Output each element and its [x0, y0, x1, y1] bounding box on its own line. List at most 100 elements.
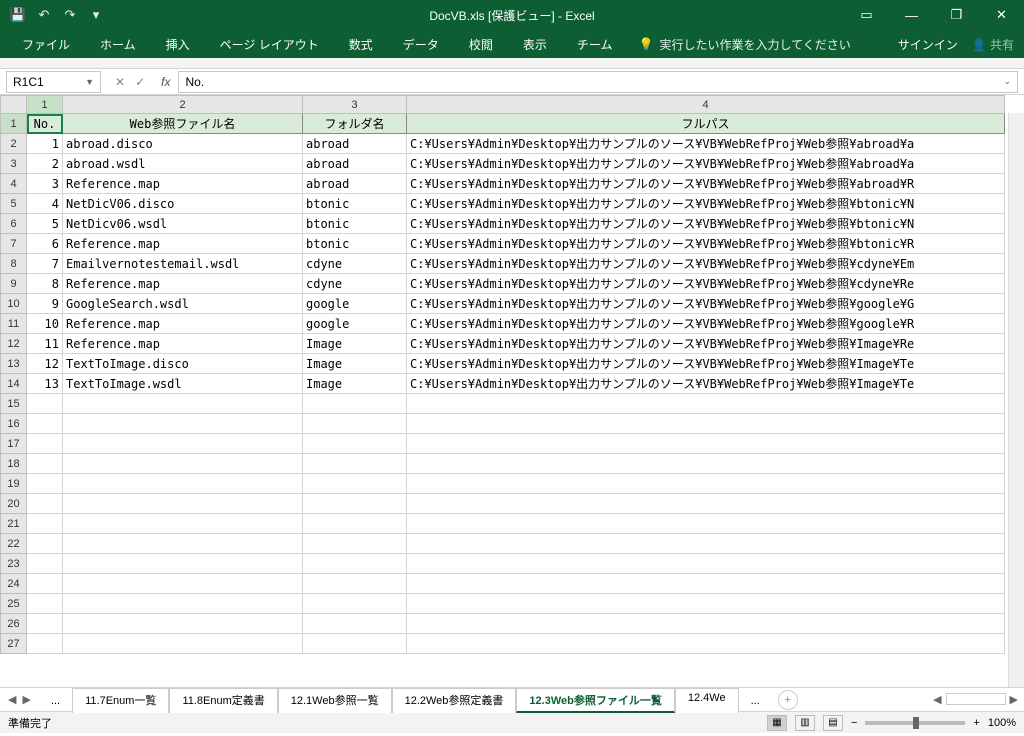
- close-icon[interactable]: ✕: [979, 0, 1024, 30]
- row-header[interactable]: 26: [1, 614, 27, 634]
- tab-data[interactable]: データ: [389, 31, 453, 58]
- data-cell[interactable]: TextToImage.disco: [63, 354, 303, 374]
- sheet-tab-overflow-right[interactable]: ...: [739, 692, 772, 710]
- data-cell[interactable]: 8: [27, 274, 63, 294]
- empty-cell[interactable]: [27, 454, 63, 474]
- tell-me-search[interactable]: 💡 実行したい作業を入力してください: [638, 36, 850, 53]
- empty-cell[interactable]: [63, 394, 303, 414]
- hscroll-right-icon[interactable]: ▶: [1010, 693, 1018, 706]
- empty-cell[interactable]: [303, 574, 407, 594]
- data-cell[interactable]: C:¥Users¥Admin¥Desktop¥出力サンプルのソース¥VB¥Web…: [407, 294, 1005, 314]
- row-header[interactable]: 27: [1, 634, 27, 654]
- row-header[interactable]: 2: [1, 134, 27, 154]
- data-cell[interactable]: abroad.disco: [63, 134, 303, 154]
- empty-cell[interactable]: [303, 474, 407, 494]
- zoom-in-button[interactable]: +: [973, 717, 979, 729]
- data-cell[interactable]: C:¥Users¥Admin¥Desktop¥出力サンプルのソース¥VB¥Web…: [407, 374, 1005, 394]
- data-cell[interactable]: 11: [27, 334, 63, 354]
- empty-cell[interactable]: [63, 514, 303, 534]
- page-layout-view-icon[interactable]: ▥: [795, 715, 815, 731]
- data-cell[interactable]: Reference.map: [63, 314, 303, 334]
- select-all-cell[interactable]: [1, 96, 27, 114]
- data-cell[interactable]: Image: [303, 374, 407, 394]
- data-cell[interactable]: GoogleSearch.wsdl: [63, 294, 303, 314]
- undo-icon[interactable]: ↶: [36, 7, 52, 23]
- row-header[interactable]: 14: [1, 374, 27, 394]
- sheet-tab[interactable]: 12.3Web参照ファイル一覧: [516, 688, 674, 713]
- empty-cell[interactable]: [63, 454, 303, 474]
- data-cell[interactable]: C:¥Users¥Admin¥Desktop¥出力サンプルのソース¥VB¥Web…: [407, 174, 1005, 194]
- empty-cell[interactable]: [407, 414, 1005, 434]
- empty-cell[interactable]: [407, 454, 1005, 474]
- tab-page-layout[interactable]: ページ レイアウト: [206, 31, 333, 58]
- share-button[interactable]: 👤 共有: [972, 36, 1014, 53]
- empty-cell[interactable]: [303, 554, 407, 574]
- empty-cell[interactable]: [303, 394, 407, 414]
- row-header[interactable]: 24: [1, 574, 27, 594]
- col-header[interactable]: 3: [303, 96, 407, 114]
- data-cell[interactable]: cdyne: [303, 274, 407, 294]
- sheet-tab-overflow-left[interactable]: ...: [39, 692, 72, 710]
- sheet-tab[interactable]: 12.2Web参照定義書: [392, 688, 517, 713]
- empty-cell[interactable]: [27, 554, 63, 574]
- data-cell[interactable]: TextToImage.wsdl: [63, 374, 303, 394]
- row-header[interactable]: 13: [1, 354, 27, 374]
- row-header[interactable]: 3: [1, 154, 27, 174]
- sheet-tab[interactable]: 11.8Enum定義書: [169, 688, 277, 713]
- sheet-tab[interactable]: 12.4We: [675, 688, 739, 713]
- data-cell[interactable]: 9: [27, 294, 63, 314]
- row-header[interactable]: 20: [1, 494, 27, 514]
- normal-view-icon[interactable]: ▦: [767, 715, 787, 731]
- restore-icon[interactable]: ❐: [934, 0, 979, 30]
- empty-cell[interactable]: [407, 394, 1005, 414]
- hscroll-track[interactable]: [946, 693, 1006, 705]
- empty-cell[interactable]: [407, 534, 1005, 554]
- empty-cell[interactable]: [27, 534, 63, 554]
- empty-cell[interactable]: [63, 414, 303, 434]
- empty-cell[interactable]: [27, 514, 63, 534]
- row-header[interactable]: 25: [1, 594, 27, 614]
- data-cell[interactable]: btonic: [303, 234, 407, 254]
- tab-formulas[interactable]: 数式: [335, 31, 387, 58]
- fx-icon[interactable]: fx: [153, 75, 178, 89]
- row-header[interactable]: 23: [1, 554, 27, 574]
- data-cell[interactable]: C:¥Users¥Admin¥Desktop¥出力サンプルのソース¥VB¥Web…: [407, 194, 1005, 214]
- data-cell[interactable]: Image: [303, 334, 407, 354]
- row-header[interactable]: 19: [1, 474, 27, 494]
- sign-in-link[interactable]: サインイン: [898, 36, 958, 53]
- data-cell[interactable]: C:¥Users¥Admin¥Desktop¥出力サンプルのソース¥VB¥Web…: [407, 214, 1005, 234]
- page-break-view-icon[interactable]: ▤: [823, 715, 843, 731]
- empty-cell[interactable]: [407, 594, 1005, 614]
- sheet-tab[interactable]: 11.7Enum一覧: [72, 688, 169, 713]
- expand-formula-icon[interactable]: ⌄: [1003, 76, 1011, 87]
- empty-cell[interactable]: [63, 534, 303, 554]
- empty-cell[interactable]: [27, 494, 63, 514]
- row-header[interactable]: 8: [1, 254, 27, 274]
- empty-cell[interactable]: [303, 614, 407, 634]
- row-header[interactable]: 9: [1, 274, 27, 294]
- ribbon-display-options-icon[interactable]: ▭: [844, 0, 889, 30]
- data-cell[interactable]: btonic: [303, 214, 407, 234]
- table-header-cell[interactable]: フォルダ名: [303, 114, 407, 134]
- row-header[interactable]: 11: [1, 314, 27, 334]
- data-cell[interactable]: google: [303, 294, 407, 314]
- data-cell[interactable]: 10: [27, 314, 63, 334]
- data-cell[interactable]: abroad: [303, 174, 407, 194]
- empty-cell[interactable]: [303, 534, 407, 554]
- row-header[interactable]: 1: [1, 114, 27, 134]
- formula-input[interactable]: No. ⌄: [178, 71, 1018, 93]
- empty-cell[interactable]: [63, 434, 303, 454]
- empty-cell[interactable]: [407, 634, 1005, 654]
- add-sheet-button[interactable]: +: [778, 690, 798, 710]
- empty-cell[interactable]: [27, 574, 63, 594]
- vertical-scrollbar[interactable]: [1008, 113, 1024, 687]
- data-cell[interactable]: Image: [303, 354, 407, 374]
- empty-cell[interactable]: [407, 494, 1005, 514]
- empty-cell[interactable]: [27, 634, 63, 654]
- empty-cell[interactable]: [303, 494, 407, 514]
- empty-cell[interactable]: [63, 574, 303, 594]
- empty-cell[interactable]: [63, 614, 303, 634]
- col-header[interactable]: 2: [63, 96, 303, 114]
- zoom-slider-thumb[interactable]: [913, 717, 919, 729]
- data-cell[interactable]: 6: [27, 234, 63, 254]
